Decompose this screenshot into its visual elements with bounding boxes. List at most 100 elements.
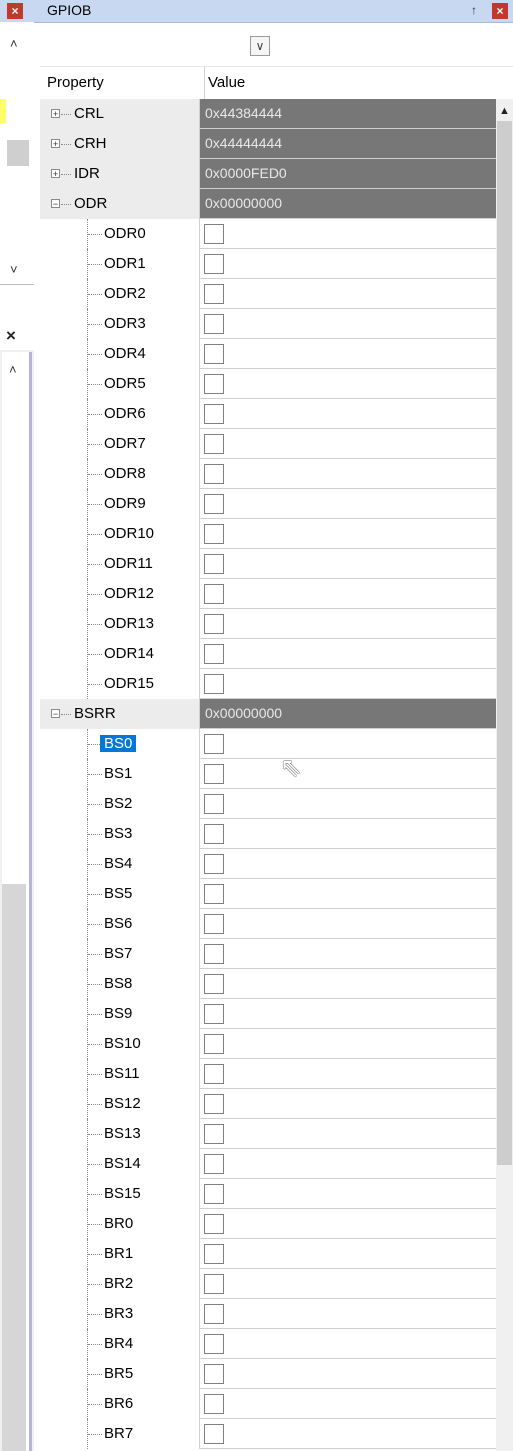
bit-row-br1[interactable]: BR1 bbox=[40, 1239, 496, 1269]
left-scrollbar-thumb[interactable] bbox=[7, 140, 29, 166]
collapse-icon[interactable]: − bbox=[51, 199, 60, 209]
bit-value-cell[interactable] bbox=[199, 999, 496, 1029]
bit-checkbox[interactable] bbox=[204, 1424, 224, 1444]
bit-value-cell[interactable] bbox=[199, 849, 496, 879]
register-row-odr[interactable]: − ODR 0x00000000 bbox=[40, 189, 496, 219]
bit-row-odr3[interactable]: ODR3 bbox=[40, 309, 496, 339]
register-value-cell[interactable]: 0x00000000 bbox=[199, 699, 496, 729]
bit-checkbox[interactable] bbox=[204, 1004, 224, 1024]
bit-row-bs7[interactable]: BS7 bbox=[40, 939, 496, 969]
bit-value-cell[interactable] bbox=[199, 819, 496, 849]
bit-checkbox[interactable] bbox=[204, 614, 224, 634]
bit-value-cell[interactable] bbox=[199, 1389, 496, 1419]
bit-checkbox[interactable] bbox=[204, 764, 224, 784]
bit-checkbox[interactable] bbox=[204, 494, 224, 514]
column-separator[interactable] bbox=[204, 67, 205, 99]
bit-row-odr9[interactable]: ODR9 bbox=[40, 489, 496, 519]
bit-checkbox[interactable] bbox=[204, 914, 224, 934]
bit-checkbox[interactable] bbox=[204, 1184, 224, 1204]
bit-row-odr12[interactable]: ODR12 bbox=[40, 579, 496, 609]
vertical-scrollbar[interactable]: ▲ bbox=[496, 99, 513, 1451]
bit-checkbox[interactable] bbox=[204, 644, 224, 664]
bit-value-cell[interactable] bbox=[199, 1179, 496, 1209]
bit-value-cell[interactable] bbox=[199, 579, 496, 609]
bit-row-bs6[interactable]: BS6 bbox=[40, 909, 496, 939]
register-value-cell[interactable]: 0x00000000 bbox=[199, 189, 496, 219]
bit-row-br5[interactable]: BR5 bbox=[40, 1359, 496, 1389]
bit-value-cell[interactable] bbox=[199, 729, 496, 759]
register-row-idr[interactable]: + IDR 0x0000FED0 bbox=[40, 159, 496, 189]
bit-checkbox[interactable] bbox=[204, 1064, 224, 1084]
bit-value-cell[interactable] bbox=[199, 909, 496, 939]
bit-checkbox[interactable] bbox=[204, 1334, 224, 1354]
bit-value-cell[interactable] bbox=[199, 969, 496, 999]
bit-row-odr1[interactable]: ODR1 bbox=[40, 249, 496, 279]
bit-row-odr5[interactable]: ODR5 bbox=[40, 369, 496, 399]
bit-row-odr10[interactable]: ODR10 bbox=[40, 519, 496, 549]
bit-checkbox[interactable] bbox=[204, 464, 224, 484]
expand-icon[interactable]: + bbox=[51, 109, 60, 119]
column-header-value[interactable]: Value bbox=[208, 74, 245, 91]
bit-row-odr8[interactable]: ODR8 bbox=[40, 459, 496, 489]
scroll-up-icon[interactable]: ▲ bbox=[499, 105, 510, 117]
bit-row-odr7[interactable]: ODR7 bbox=[40, 429, 496, 459]
bit-row-odr13[interactable]: ODR13 bbox=[40, 609, 496, 639]
bit-value-cell[interactable] bbox=[199, 1419, 496, 1449]
bit-value-cell[interactable] bbox=[199, 669, 496, 699]
bit-value-cell[interactable] bbox=[199, 459, 496, 489]
register-row-bsrr[interactable]: − BSRR 0x00000000 bbox=[40, 699, 496, 729]
bit-checkbox[interactable] bbox=[204, 1214, 224, 1234]
bit-value-cell[interactable] bbox=[199, 1209, 496, 1239]
bit-checkbox[interactable] bbox=[204, 374, 224, 394]
bit-checkbox[interactable] bbox=[204, 284, 224, 304]
bit-value-cell[interactable] bbox=[199, 339, 496, 369]
bit-checkbox[interactable] bbox=[204, 1364, 224, 1384]
bit-value-cell[interactable] bbox=[199, 789, 496, 819]
bit-value-cell[interactable] bbox=[199, 1059, 496, 1089]
bit-value-cell[interactable] bbox=[199, 1359, 496, 1389]
scrollbar-thumb[interactable] bbox=[497, 121, 512, 1165]
bit-value-cell[interactable] bbox=[199, 399, 496, 429]
bit-checkbox[interactable] bbox=[204, 1244, 224, 1264]
bit-value-cell[interactable] bbox=[199, 519, 496, 549]
bit-value-cell[interactable] bbox=[199, 639, 496, 669]
column-header-property[interactable]: Property bbox=[47, 74, 104, 91]
bit-value-cell[interactable] bbox=[199, 759, 496, 789]
bit-row-bs0[interactable]: BS0 bbox=[40, 729, 496, 759]
bit-row-bs15[interactable]: BS15 bbox=[40, 1179, 496, 1209]
bit-row-br4[interactable]: BR4 bbox=[40, 1329, 496, 1359]
bit-checkbox[interactable] bbox=[204, 434, 224, 454]
bit-row-bs13[interactable]: BS13 bbox=[40, 1119, 496, 1149]
bit-row-bs8[interactable]: BS8 bbox=[40, 969, 496, 999]
bit-checkbox[interactable] bbox=[204, 974, 224, 994]
register-value-cell[interactable]: 0x0000FED0 bbox=[199, 159, 496, 189]
bit-checkbox[interactable] bbox=[204, 524, 224, 544]
peripheral-dropdown-button[interactable]: ∨ bbox=[250, 36, 270, 56]
bit-row-bs2[interactable]: BS2 bbox=[40, 789, 496, 819]
register-row-crh[interactable]: + CRH 0x44444444 bbox=[40, 129, 496, 159]
bit-row-odr11[interactable]: ODR11 bbox=[40, 549, 496, 579]
bit-checkbox[interactable] bbox=[204, 734, 224, 754]
bit-value-cell[interactable] bbox=[199, 1119, 496, 1149]
bit-value-cell[interactable] bbox=[199, 279, 496, 309]
bit-value-cell[interactable] bbox=[199, 1239, 496, 1269]
bit-checkbox[interactable] bbox=[204, 1304, 224, 1324]
collapse-icon[interactable]: − bbox=[51, 709, 60, 719]
bit-value-cell[interactable] bbox=[199, 219, 496, 249]
bit-row-bs3[interactable]: BS3 bbox=[40, 819, 496, 849]
left-pane-close-icon[interactable]: × bbox=[6, 326, 16, 346]
bit-value-cell[interactable] bbox=[199, 879, 496, 909]
bit-checkbox[interactable] bbox=[204, 584, 224, 604]
left-scrollbar-thumb-2[interactable] bbox=[2, 884, 26, 1451]
bit-row-bs4[interactable]: BS4 bbox=[40, 849, 496, 879]
bit-checkbox[interactable] bbox=[204, 404, 224, 424]
bit-row-bs14[interactable]: BS14 bbox=[40, 1149, 496, 1179]
bit-value-cell[interactable] bbox=[199, 1329, 496, 1359]
bit-row-odr0[interactable]: ODR0 bbox=[40, 219, 496, 249]
bit-value-cell[interactable] bbox=[199, 429, 496, 459]
bit-checkbox[interactable] bbox=[204, 824, 224, 844]
bit-value-cell[interactable] bbox=[199, 1149, 496, 1179]
bit-row-odr14[interactable]: ODR14 bbox=[40, 639, 496, 669]
chevron-up-icon[interactable]: ˄ bbox=[10, 36, 18, 51]
bit-row-odr2[interactable]: ODR2 bbox=[40, 279, 496, 309]
